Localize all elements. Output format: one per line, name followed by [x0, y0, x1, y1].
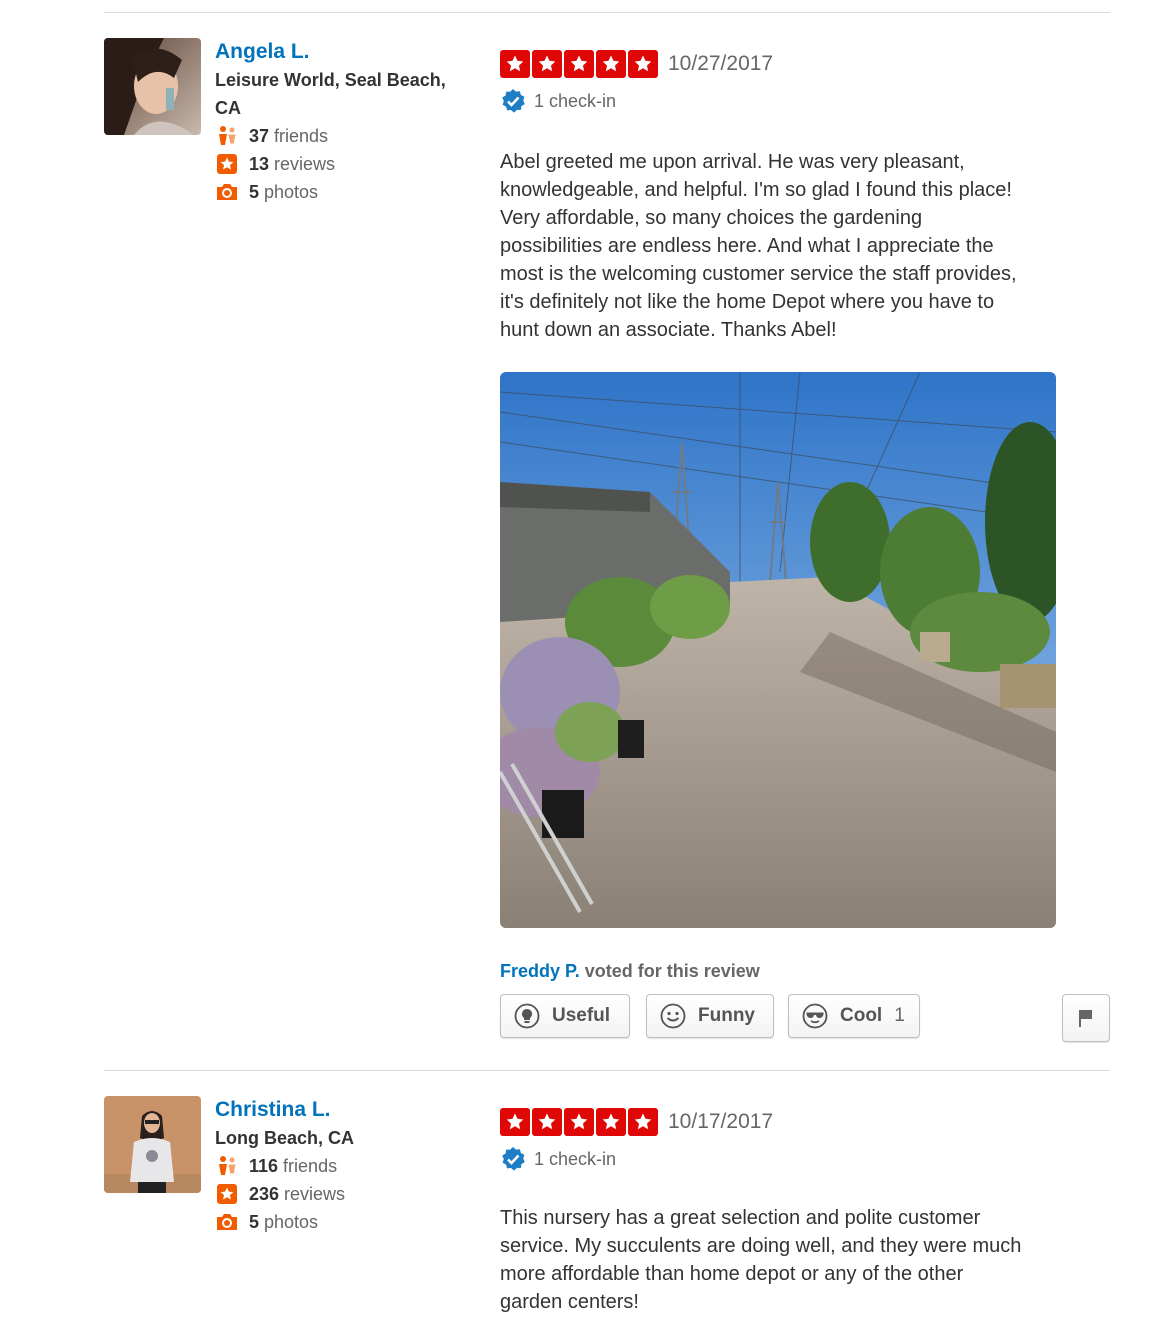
friends-label: friends [274, 125, 329, 146]
star-icon [500, 50, 530, 78]
star-icon [564, 50, 594, 78]
star-icon [628, 1108, 658, 1136]
reviews-stat: 236 reviews [215, 1180, 455, 1208]
useful-label: Useful [552, 1005, 611, 1026]
star-rating [500, 1108, 658, 1136]
verified-checkin-icon [502, 1147, 525, 1171]
friends-icon [215, 124, 239, 148]
voted-text: voted for this review [579, 961, 760, 981]
star-icon [628, 50, 658, 78]
star-icon [596, 50, 626, 78]
flag-icon [1079, 1010, 1092, 1027]
photos-stat: 5 photos [215, 1208, 455, 1236]
cool-button[interactable]: Cool 1 [788, 994, 920, 1038]
cool-count: 1 [894, 1005, 905, 1026]
camera-icon [215, 180, 239, 204]
avatar[interactable] [104, 1096, 201, 1193]
review-date: 10/17/2017 [668, 1110, 774, 1133]
review-content: 10/27/2017 1 check-in [500, 48, 1110, 117]
rating-row: 10/27/2017 [500, 48, 1110, 80]
star-icon [500, 1108, 530, 1136]
nursery-photo [500, 372, 1056, 928]
vote-buttons: Useful Funny Cool 1 [0, 994, 1152, 1042]
checkin-badge: 1 check-in [500, 1143, 1110, 1175]
funny-label: Funny [698, 1005, 755, 1026]
star-icon [532, 1108, 562, 1136]
avatar-photo [104, 38, 201, 135]
checkin-text: 1 check-in [534, 90, 617, 111]
lightbulb-icon [514, 1003, 540, 1029]
user-location: Long Beach, CA [215, 1128, 355, 1148]
photos-label: photos [264, 181, 319, 202]
reviews-label: reviews [284, 1183, 346, 1204]
star-rating [500, 50, 658, 78]
reviews-count: 13 [249, 153, 270, 174]
photos-count: 5 [249, 181, 260, 202]
friends-stat: 37 friends [215, 122, 455, 150]
rating-row: 10/17/2017 [500, 1106, 1110, 1138]
smile-icon [660, 1003, 686, 1029]
sunglasses-icon [802, 1003, 828, 1029]
review-divider [104, 1070, 1110, 1071]
star-icon [596, 1108, 626, 1136]
user-location: Leisure World, Seal Beach, CA [215, 70, 446, 118]
voted-line: Freddy P. voted for this review [500, 961, 760, 982]
useful-button[interactable]: Useful [500, 994, 630, 1038]
reviews-label: reviews [274, 153, 336, 174]
friends-count: 37 [249, 125, 270, 146]
user-name-link[interactable]: Angela L. [215, 38, 455, 66]
avatar[interactable] [104, 38, 201, 135]
review-text: This nursery has a great selection and p… [500, 1207, 1022, 1313]
camera-icon [215, 1210, 239, 1234]
checkin-text: 1 check-in [534, 1148, 617, 1169]
top-divider [104, 12, 1110, 13]
photos-count: 5 [249, 1211, 260, 1232]
verified-checkin-icon [502, 89, 525, 113]
user-name-link[interactable]: Christina L. [215, 1096, 455, 1124]
review-date: 10/27/2017 [668, 52, 774, 75]
photos-label: photos [264, 1211, 319, 1232]
review-photo[interactable] [500, 372, 1056, 928]
user-info: Christina L. Long Beach, CA 116 friends … [215, 1096, 455, 1236]
checkin-badge: 1 check-in [500, 85, 1110, 117]
review-star-icon [215, 152, 239, 176]
user-info: Angela L. Leisure World, Seal Beach, CA … [215, 38, 455, 206]
flag-button[interactable] [1062, 994, 1110, 1042]
star-icon [564, 1108, 594, 1136]
voter-link[interactable]: Freddy P. [500, 961, 580, 981]
review-star-icon [215, 1182, 239, 1206]
review-text: Abel greeted me upon arrival. He was ver… [500, 151, 1017, 341]
review-content: 10/17/2017 1 check-in [500, 1106, 1110, 1175]
friends-label: friends [283, 1155, 338, 1176]
photos-stat: 5 photos [215, 178, 455, 206]
star-icon [532, 50, 562, 78]
reviews-count: 236 [249, 1183, 280, 1204]
friends-stat: 116 friends [215, 1152, 455, 1180]
friends-count: 116 [249, 1155, 279, 1176]
reviews-stat: 13 reviews [215, 150, 455, 178]
funny-button[interactable]: Funny [646, 994, 774, 1038]
cool-label: Cool [840, 1005, 883, 1026]
avatar-photo [104, 1096, 201, 1193]
friends-icon [215, 1154, 239, 1178]
